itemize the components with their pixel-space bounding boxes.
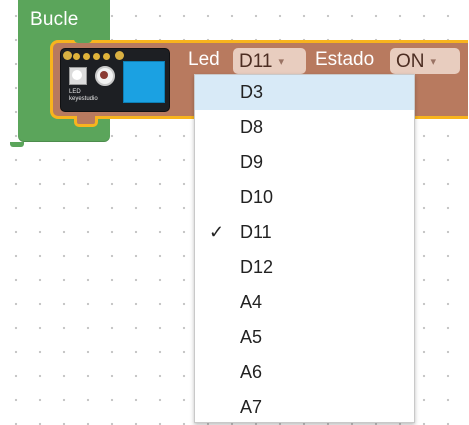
chevron-down-icon: ▾ [278,56,284,68]
blue-connector-icon [123,61,165,103]
menu-item-label: A5 [240,327,263,347]
menu-item-a5[interactable]: A5 [195,320,414,355]
menu-item-label: D8 [240,117,264,137]
pin-dropdown-menu: D3 D8 D9 D10 ✓ D11 D12 A4 A5 A6 A7 [194,74,415,423]
menu-item-label: D11 [240,222,272,242]
keyestudio-led-module-icon: LED keyestudio [60,48,170,112]
loop-block-label: Bucle [30,9,79,30]
loop-block-bottom-tab [10,142,24,147]
menu-item-d3[interactable]: D3 [195,75,414,110]
menu-item-d12[interactable]: D12 [195,250,414,285]
menu-item-label: D3 [240,82,264,102]
led-block-top-notch [74,37,92,43]
module-brand-text: LED keyestudio [69,89,98,102]
checkmark-icon: ✓ [209,222,225,242]
pin-dropdown-value: D11 [239,50,273,72]
menu-item-a7[interactable]: A7 [195,390,414,425]
menu-item-d8[interactable]: D8 [195,110,414,145]
menu-item-label: A7 [240,397,263,417]
pin-header-icon [73,53,113,61]
led-block-bottom-tab [74,116,98,127]
led-dome-icon [72,70,82,80]
menu-item-label: D10 [240,187,274,207]
state-dropdown-value: ON [396,50,425,72]
menu-item-d10[interactable]: D10 [195,180,414,215]
menu-item-label: A6 [240,362,263,382]
menu-item-d9[interactable]: D9 [195,145,414,180]
mount-hole-icon [115,51,124,60]
menu-item-d11[interactable]: ✓ D11 [195,215,414,250]
state-dropdown[interactable]: ON ▾ [390,48,460,74]
menu-item-a6[interactable]: A6 [195,355,414,390]
menu-item-a4[interactable]: A4 [195,285,414,320]
pin-dropdown[interactable]: D11 ▾ [233,48,306,74]
blockly-workspace[interactable]: Bucle LED keyestudio Led D11 ▾ Estado ON… [0,0,469,425]
resistor-core-icon [100,71,108,79]
led-field-label: Led [188,49,220,70]
state-field-label: Estado [315,49,375,70]
menu-item-label: A4 [240,292,263,312]
menu-item-label: D9 [240,152,264,172]
menu-item-label: D12 [240,257,274,277]
chevron-down-icon: ▾ [430,56,437,68]
mount-hole-icon [63,51,72,60]
